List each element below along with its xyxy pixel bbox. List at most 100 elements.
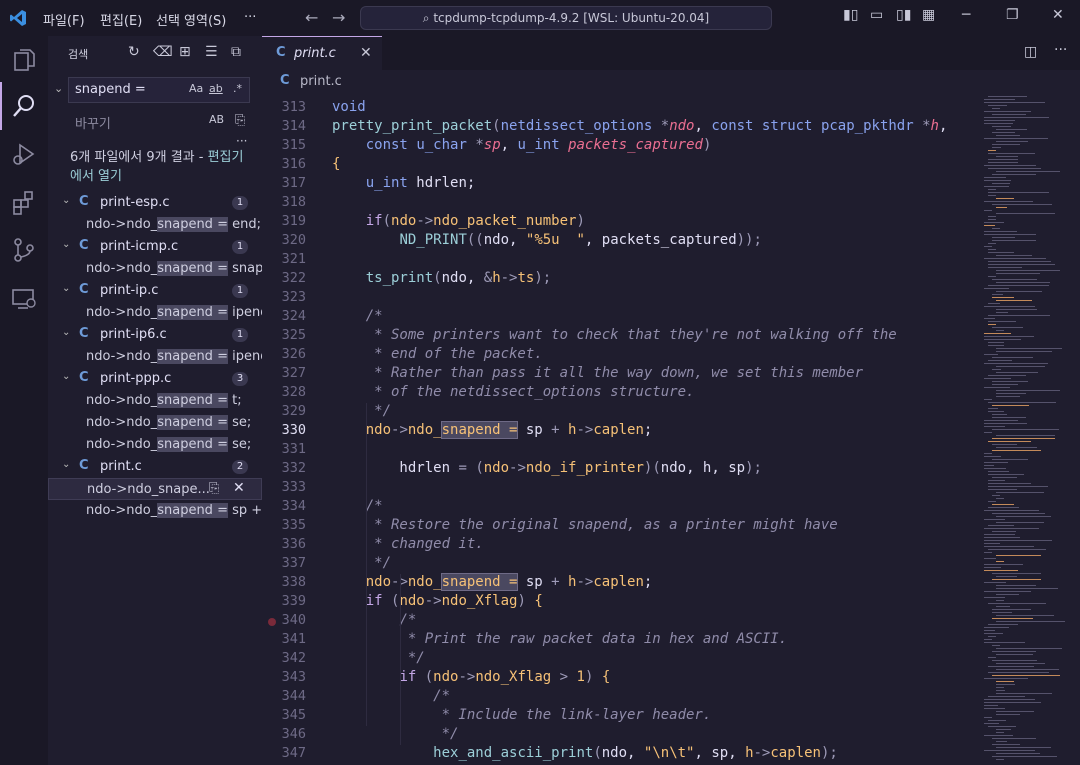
result-file[interactable]: ⌄ Cprint-ip.c 1: [48, 280, 262, 302]
code-line: {: [332, 156, 341, 172]
refresh-icon[interactable]: ↻: [128, 44, 140, 60]
vscode-logo-icon: [10, 10, 26, 26]
toggle-panel-icon[interactable]: ▭: [870, 7, 883, 23]
more-actions-icon[interactable]: ···: [1054, 42, 1067, 58]
line-number: 345: [281, 707, 306, 723]
c-file-icon: C: [79, 370, 89, 385]
menu-edit[interactable]: 편집(E): [100, 10, 142, 29]
result-line[interactable]: ndo->ndo_snapend = snape...: [48, 258, 262, 280]
title-bar: 파일(F) 편집(E) 선택 영역(S) ··· ← → ⌕ tcpdump-t…: [0, 0, 1080, 36]
chevron-down-icon[interactable]: ⌄: [62, 239, 70, 250]
clear-results-icon[interactable]: ⌫: [153, 44, 173, 60]
split-editor-icon[interactable]: ◫: [1024, 44, 1037, 60]
customize-layout-icon[interactable]: ▦: [922, 7, 935, 23]
result-file[interactable]: ⌄ Cprint-ppp.c 3: [48, 368, 262, 390]
view-as-tree-icon[interactable]: ☰: [205, 44, 218, 60]
tab-print-c[interactable]: C print.c ✕: [262, 36, 382, 71]
search-view-icon[interactable]: [10, 92, 38, 120]
source-control-icon[interactable]: [10, 236, 38, 264]
activity-bar: [0, 36, 48, 765]
menu-file[interactable]: 파일(F): [43, 10, 85, 29]
result-line[interactable]: ndo->ndo_snapend = sp + h...: [48, 500, 262, 522]
line-number: 328: [281, 384, 306, 400]
result-file[interactable]: ⌄ Cprint-esp.c 1: [48, 192, 262, 214]
line-number: 342: [281, 650, 306, 666]
search-input[interactable]: snapend = Aa ab .*: [68, 77, 250, 103]
toggle-search-details-icon[interactable]: ···: [236, 134, 247, 148]
sidebar-title: 검색: [68, 48, 89, 61]
toggle-primary-sidebar-icon[interactable]: ▮▯: [843, 7, 858, 23]
close-window-icon[interactable]: ✕: [1052, 7, 1064, 23]
breadcrumb[interactable]: C print.c: [262, 70, 1080, 92]
line-number: 327: [281, 365, 306, 381]
code-line: * Restore the original snapend, as a pri…: [332, 517, 838, 533]
line-number: 323: [281, 289, 306, 305]
result-count-badge: 1: [232, 284, 248, 298]
breakpoint-hint-icon[interactable]: [268, 618, 276, 626]
search-icon: ⌕: [422, 11, 434, 25]
toggle-secondary-sidebar-icon[interactable]: ▯▮: [896, 7, 911, 23]
chevron-down-icon[interactable]: ⌄: [62, 459, 70, 470]
remote-explorer-icon[interactable]: [10, 284, 38, 312]
code-line: */: [332, 726, 459, 742]
result-line[interactable]: ndo->ndo_snapend = se;: [48, 412, 262, 434]
menu-more[interactable]: ···: [244, 10, 256, 25]
line-number: 330: [281, 422, 306, 438]
result-line[interactable]: ndo->ndo_snapend = t;: [48, 390, 262, 412]
toggle-replace-chevron-icon[interactable]: ⌄: [54, 82, 63, 95]
result-file[interactable]: ⌄ Cprint-icmp.c 1: [48, 236, 262, 258]
explorer-icon[interactable]: [10, 46, 38, 74]
restore-icon[interactable]: ❐: [1006, 7, 1019, 23]
line-number: 315: [281, 137, 306, 153]
line-number: 336: [281, 536, 306, 552]
result-line[interactable]: ndo->ndo_snapend = end;: [48, 214, 262, 236]
c-file-icon: C: [280, 73, 290, 88]
command-center[interactable]: ⌕ tcpdump-tcpdump-4.9.2 [WSL: Ubuntu-20.…: [360, 6, 772, 30]
code-line: * Rather than pass it all the way down, …: [332, 365, 864, 381]
c-file-icon: C: [79, 282, 89, 297]
result-line[interactable]: ndo->ndo_snape... ⎘ ✕: [48, 478, 262, 500]
result-file-name: print-esp.c: [100, 195, 170, 210]
code-line: * end of the packet.: [332, 346, 543, 362]
preserve-case-icon[interactable]: AB: [209, 113, 224, 126]
result-line[interactable]: ndo->ndo_snapend = ipend;: [48, 302, 262, 324]
match-whole-word-icon[interactable]: ab: [209, 82, 223, 95]
replace-icon[interactable]: ⎘: [209, 481, 219, 496]
back-arrow-icon[interactable]: ←: [305, 8, 318, 27]
run-debug-icon[interactable]: [10, 140, 38, 168]
match-case-icon[interactable]: Aa: [189, 82, 203, 95]
extensions-icon[interactable]: [10, 188, 38, 216]
result-file[interactable]: ⌄ Cprint-ip6.c 1: [48, 324, 262, 346]
code-line: if(ndo->ndo_packet_number): [365, 213, 585, 229]
new-search-editor-icon[interactable]: ⊞: [179, 44, 191, 60]
use-regex-icon[interactable]: .*: [233, 82, 242, 95]
forward-arrow-icon[interactable]: →: [332, 8, 345, 27]
c-file-icon: C: [79, 194, 89, 209]
menu-selection[interactable]: 선택 영역(S): [156, 10, 226, 29]
chevron-down-icon[interactable]: ⌄: [62, 283, 70, 294]
replace-input[interactable]: 바꾸기 AB ⎘: [68, 108, 250, 134]
result-count-badge: 1: [232, 240, 248, 254]
chevron-down-icon[interactable]: ⌄: [62, 371, 70, 382]
result-line[interactable]: ndo->ndo_snapend = ipend;: [48, 346, 262, 368]
c-file-icon: C: [79, 458, 89, 473]
chevron-down-icon[interactable]: ⌄: [62, 327, 70, 338]
code-line: */: [332, 403, 392, 419]
line-number: 320: [281, 232, 306, 248]
result-line[interactable]: ndo->ndo_snapend = se;: [48, 434, 262, 456]
collapse-all-icon[interactable]: ⧉: [231, 44, 241, 60]
result-count-badge: 3: [232, 372, 248, 386]
minimap[interactable]: [984, 92, 1074, 765]
line-number: 313: [281, 99, 306, 115]
code-line: * changed it.: [332, 536, 484, 552]
close-tab-icon[interactable]: ✕: [360, 45, 372, 61]
line-number: 347: [281, 745, 306, 761]
replace-all-icon[interactable]: ⎘: [235, 113, 245, 128]
line-number: 324: [281, 308, 306, 324]
code-line: ND_PRINT((ndo, "%5u ", packets_captured)…: [399, 232, 762, 248]
dismiss-result-icon[interactable]: ✕: [233, 480, 245, 496]
minimize-icon[interactable]: ─: [962, 7, 970, 23]
result-file[interactable]: ⌄ Cprint.c 2: [48, 456, 262, 478]
line-number: 344: [281, 688, 306, 704]
chevron-down-icon[interactable]: ⌄: [62, 195, 70, 206]
